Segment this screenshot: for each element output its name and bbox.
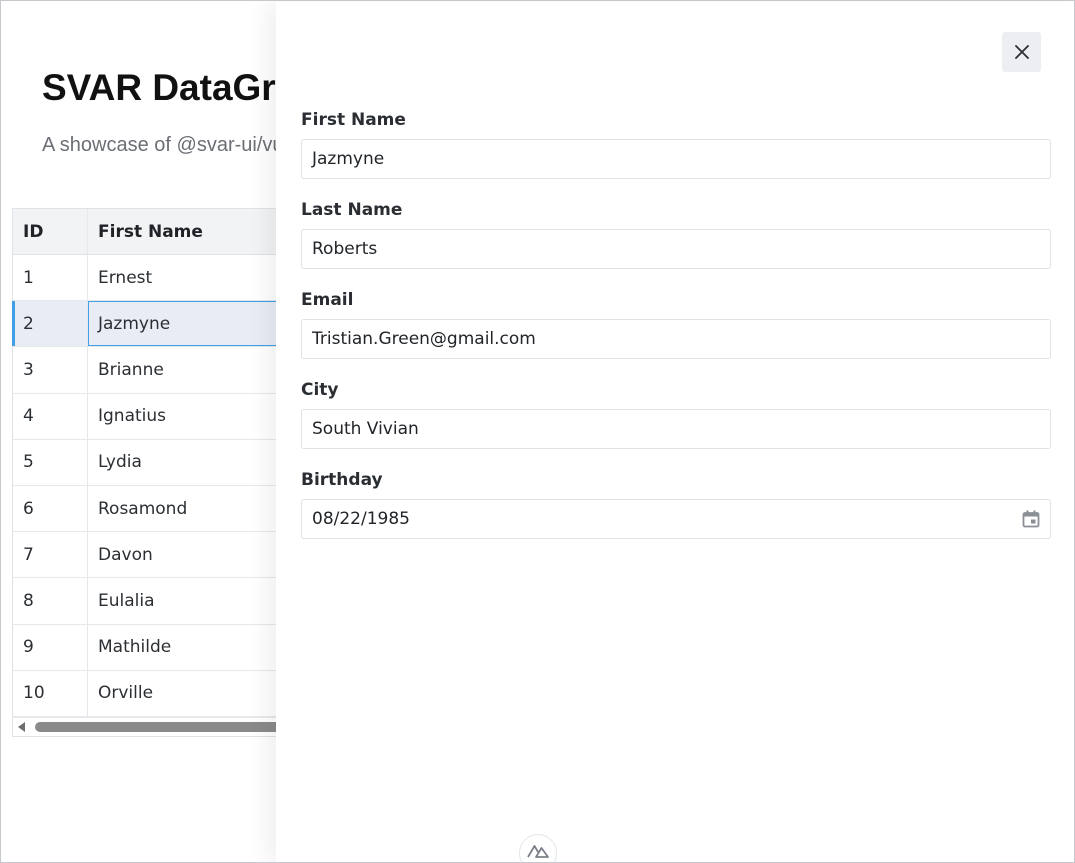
city-field[interactable]: South Vivian: [301, 409, 1051, 449]
data-grid: ID First Name 1 Ernest 2 Jazmyne 3 Brian…: [12, 208, 312, 737]
cell-id[interactable]: 2: [13, 301, 88, 347]
page-title: SVAR DataGrid: [42, 67, 309, 108]
cell-id[interactable]: 7: [13, 532, 88, 578]
first-name-field[interactable]: Jazmyne: [301, 139, 1051, 179]
column-header-id[interactable]: ID: [13, 209, 88, 254]
calendar-icon[interactable]: [1021, 509, 1041, 529]
first-name-label: First Name: [301, 110, 406, 130]
email-label: Email: [301, 290, 354, 310]
cell-id[interactable]: 5: [13, 439, 88, 485]
close-icon: [1014, 45, 1029, 59]
nuxt-devtools-button[interactable]: [519, 834, 557, 862]
scrollbar-thumb[interactable]: [35, 721, 305, 732]
cell-id[interactable]: 1: [13, 255, 88, 301]
horizontal-scrollbar[interactable]: [13, 716, 311, 736]
cell-id[interactable]: 6: [13, 485, 88, 532]
table-row[interactable]: 6 Rosamond: [13, 485, 311, 533]
table-row[interactable]: 8 Eulalia: [13, 578, 311, 625]
close-button[interactable]: [1002, 32, 1041, 72]
cell-id[interactable]: 3: [13, 347, 88, 393]
city-label: City: [301, 380, 339, 400]
cell-id[interactable]: 8: [13, 578, 88, 624]
cell-id[interactable]: 4: [13, 393, 88, 439]
cell-id[interactable]: 9: [13, 624, 88, 670]
nuxt-logo-icon: [527, 845, 549, 858]
table-row[interactable]: 3 Brianne: [13, 347, 311, 394]
scroll-left-arrow-icon[interactable]: [18, 721, 25, 732]
table-row-selected[interactable]: 2 Jazmyne: [12, 301, 311, 348]
table-row[interactable]: 4 Ignatius: [13, 393, 311, 440]
last-name-label: Last Name: [301, 200, 403, 220]
table-row[interactable]: 10 Orville: [13, 670, 311, 717]
birthday-date-field[interactable]: 08/22/1985: [301, 499, 1051, 539]
table-row[interactable]: 5 Lydia: [13, 439, 311, 486]
table-row[interactable]: 7 Davon: [13, 532, 311, 579]
birthday-label: Birthday: [301, 470, 383, 490]
app-window: SVAR DataGrid A showcase of @svar-ui/vue…: [0, 0, 1075, 863]
email-field[interactable]: Tristian.Green@gmail.com: [301, 319, 1051, 359]
table-row[interactable]: 9 Mathilde: [13, 624, 311, 671]
birthday-value: 08/22/1985: [312, 509, 410, 529]
cell-id[interactable]: 10: [13, 670, 88, 716]
table-row[interactable]: 1 Ernest: [13, 255, 311, 302]
editor-panel: First Name Jazmyne Last Name Roberts Ema…: [276, 2, 1074, 862]
grid-header-row: ID First Name: [13, 209, 311, 255]
last-name-field[interactable]: Roberts: [301, 229, 1051, 269]
